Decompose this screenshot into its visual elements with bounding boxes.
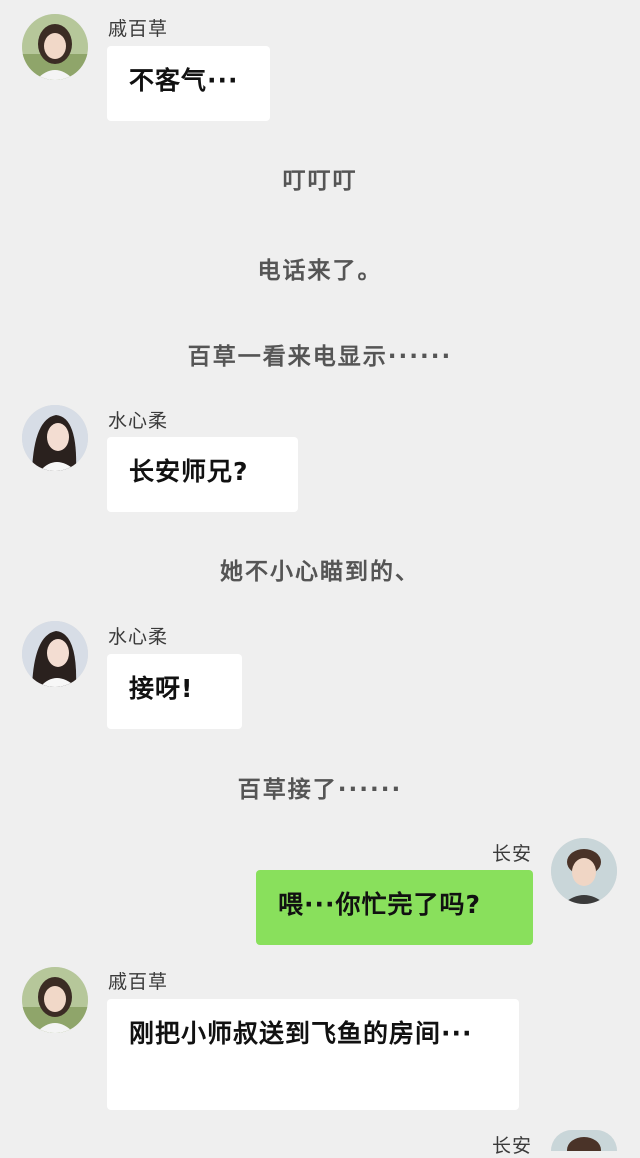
avatar-girl-icon xyxy=(22,405,88,471)
narration-text: 她不小心瞄到的、 xyxy=(220,559,420,585)
sender-name: 戚百草 xyxy=(108,971,169,993)
sender-name: 水心柔 xyxy=(108,410,169,432)
narration-text: 百草接了······ xyxy=(237,777,403,803)
incoming-message-bubble[interactable]: 长安师兄? xyxy=(107,437,298,512)
avatar-girl-icon xyxy=(22,621,88,687)
incoming-message-bubble[interactable]: 刚把小师叔送到飞鱼的房间··· xyxy=(107,999,519,1110)
avatar-qi-baicao[interactable] xyxy=(22,967,88,1033)
avatar-shui-xinrou[interactable] xyxy=(22,621,88,687)
avatar-girl-icon xyxy=(22,967,88,1033)
narration-text: 百草一看来电显示······ xyxy=(187,344,453,370)
sender-name: 戚百草 xyxy=(108,18,169,40)
avatar-boy-icon xyxy=(551,1130,617,1151)
avatar-changan[interactable] xyxy=(551,838,617,904)
sender-name: 长安 xyxy=(491,1135,532,1157)
sender-name: 长安 xyxy=(491,843,532,865)
narration-text: 电话来了。 xyxy=(257,258,383,284)
outgoing-message-bubble[interactable]: 喂···你忙完了吗? xyxy=(256,870,533,945)
incoming-message-bubble[interactable]: 接呀! xyxy=(107,654,242,729)
avatar-changan[interactable] xyxy=(551,1130,617,1151)
avatar-boy-icon xyxy=(551,838,617,904)
narration-text: 叮叮叮 xyxy=(282,168,358,194)
avatar-girl-icon xyxy=(22,14,88,80)
avatar-qi-baicao[interactable] xyxy=(22,14,88,80)
incoming-message-bubble[interactable]: 不客气··· xyxy=(107,46,270,121)
sender-name: 水心柔 xyxy=(108,626,169,648)
avatar-shui-xinrou[interactable] xyxy=(22,405,88,471)
